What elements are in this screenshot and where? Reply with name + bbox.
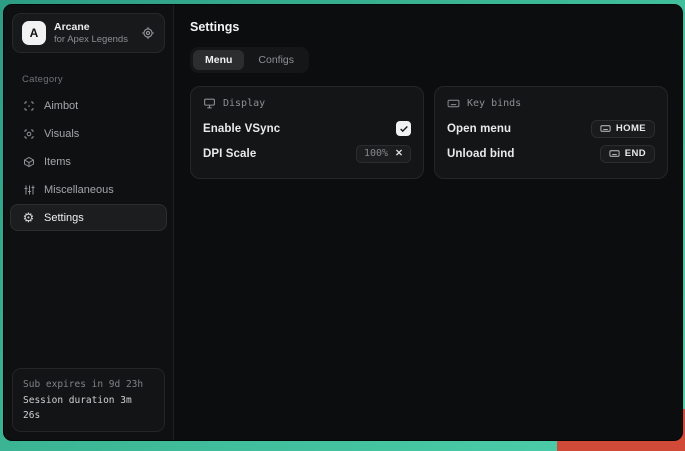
sidebar-nav: Aimbot Visuals (4, 92, 173, 231)
brand-logo: A (22, 21, 46, 45)
open-menu-label: Open menu (447, 123, 511, 135)
setting-row-vsync: Enable VSync (203, 116, 411, 141)
subscription-status-card: Sub expires in 9d 23h Session duration 3… (12, 368, 165, 432)
page-title: Settings (190, 20, 668, 34)
crosshair-circle-icon[interactable] (141, 26, 155, 40)
tab-bar: Menu Configs (190, 47, 309, 73)
vsync-checkbox[interactable] (396, 121, 411, 136)
sidebar-item-visuals[interactable]: Visuals (10, 120, 167, 147)
brand-text: Arcane for Apex Legends (54, 21, 128, 46)
keyboard-icon (609, 148, 620, 159)
sidebar-item-label: Visuals (44, 128, 79, 140)
sub-expires-text: Sub expires in 9d 23h (23, 377, 154, 392)
dpi-scale-input[interactable]: 100% ✕ (356, 145, 411, 163)
desktop-wallpaper: A Arcane for Apex Legends Category (0, 0, 685, 451)
brand-subtitle: for Apex Legends (54, 34, 128, 46)
brand-title: Arcane (54, 21, 128, 34)
sliders-vertical-icon (22, 184, 35, 196)
keybinds-card: Key binds Open menu HOME (434, 86, 668, 179)
main-content: Settings Menu Configs Display (174, 5, 683, 440)
display-card-title: Display (223, 98, 265, 109)
unload-bind-keybind[interactable]: END (600, 145, 655, 163)
keyboard-icon (600, 123, 611, 134)
sidebar: A Arcane for Apex Legends Category (4, 5, 174, 440)
setting-row-open-menu: Open menu HOME (447, 116, 655, 141)
display-card: Display Enable VSync DPI Scale (190, 86, 424, 179)
settings-cards: Display Enable VSync DPI Scale (190, 86, 668, 179)
vsync-label: Enable VSync (203, 123, 280, 135)
gear-icon: ⚙ (22, 211, 35, 224)
keyboard-icon (447, 97, 460, 110)
checkmark-icon (399, 124, 409, 134)
open-menu-key: HOME (616, 123, 646, 134)
setting-row-dpi: DPI Scale 100% ✕ (203, 141, 411, 166)
keybinds-card-header: Key binds (447, 97, 655, 110)
sidebar-item-items[interactable]: Items (10, 148, 167, 175)
sidebar-item-label: Items (44, 156, 71, 168)
unload-bind-label: Unload bind (447, 148, 515, 160)
category-label: Category (22, 74, 173, 85)
sidebar-item-label: Settings (44, 212, 84, 224)
dpi-scale-value: 100% (364, 148, 388, 159)
setting-row-unload-bind: Unload bind END (447, 141, 655, 166)
sidebar-spacer (4, 231, 173, 360)
tab-menu[interactable]: Menu (193, 50, 244, 70)
session-duration-text: Session duration 3m 26s (23, 393, 154, 423)
open-menu-keybind[interactable]: HOME (591, 120, 655, 138)
sidebar-item-aimbot[interactable]: Aimbot (10, 92, 167, 119)
sidebar-item-settings[interactable]: ⚙ Settings (10, 204, 167, 231)
unload-bind-key: END (625, 148, 646, 159)
brand-card: A Arcane for Apex Legends (12, 13, 165, 53)
app-window: A Arcane for Apex Legends Category (3, 4, 683, 441)
clear-icon[interactable]: ✕ (395, 149, 403, 159)
sidebar-item-miscellaneous[interactable]: Miscellaneous (10, 176, 167, 203)
display-card-header: Display (203, 97, 411, 110)
keybinds-card-title: Key binds (467, 98, 521, 109)
sidebar-item-label: Aimbot (44, 100, 78, 112)
focus-brackets-icon (22, 100, 35, 112)
sidebar-item-label: Miscellaneous (44, 184, 114, 196)
scope-eye-icon (22, 128, 35, 140)
monitor-icon (203, 97, 216, 110)
dpi-scale-label: DPI Scale (203, 148, 256, 160)
package-box-icon (22, 156, 35, 168)
tab-configs[interactable]: Configs (246, 50, 306, 70)
